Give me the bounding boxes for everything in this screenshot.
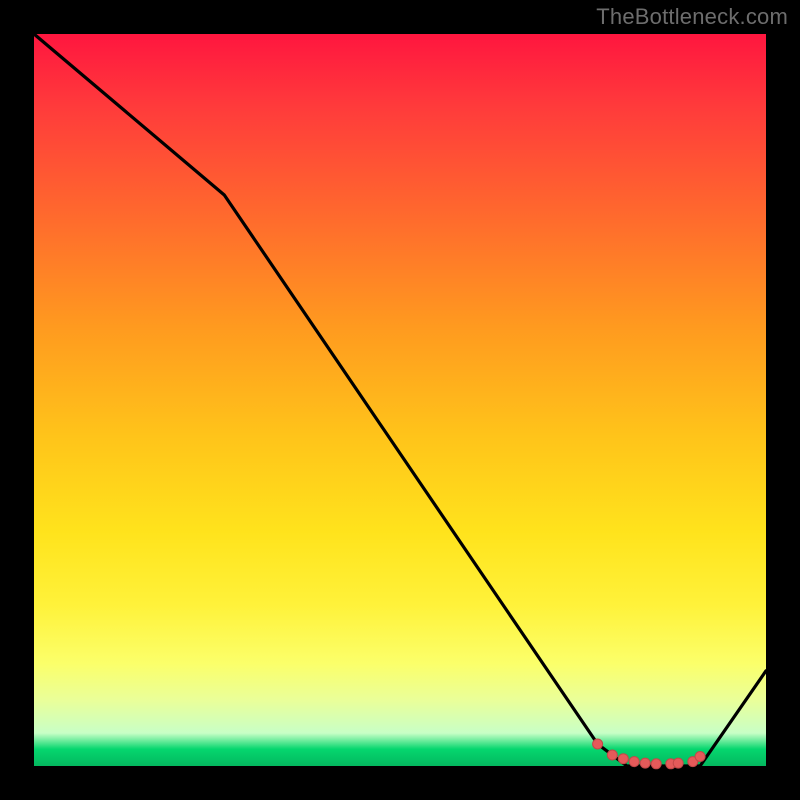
optimal-marker: [629, 757, 639, 767]
optimal-marker: [673, 758, 683, 768]
optimal-marker: [640, 758, 650, 768]
optimal-marker: [695, 752, 705, 762]
optimal-markers: [593, 739, 706, 769]
curve-svg: [34, 34, 766, 766]
bottleneck-curve: [34, 34, 766, 766]
chart-frame: TheBottleneck.com: [0, 0, 800, 800]
optimal-marker: [607, 750, 617, 760]
plot-area: [34, 34, 766, 766]
optimal-marker: [593, 739, 603, 749]
attribution-text: TheBottleneck.com: [596, 4, 788, 30]
optimal-marker: [651, 759, 661, 769]
optimal-marker: [618, 754, 628, 764]
